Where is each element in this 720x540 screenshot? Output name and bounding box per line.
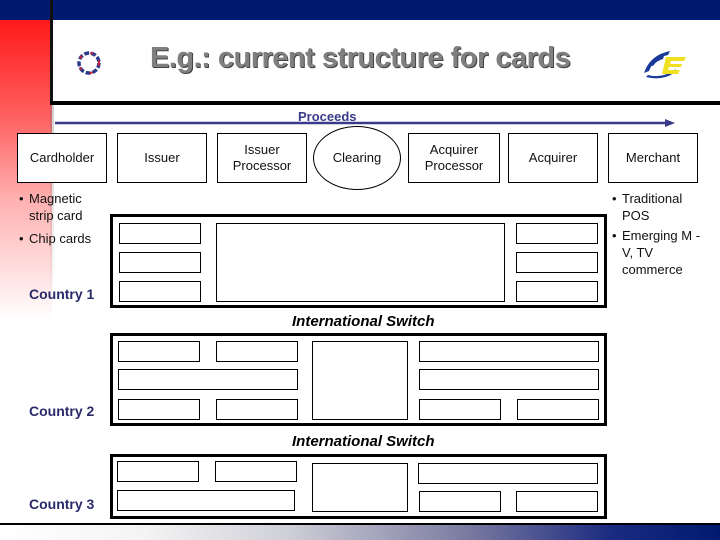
vertical-divider	[50, 0, 53, 104]
entity-acquirer: Acquirer	[508, 133, 598, 183]
note-item: Magnetic strip card	[19, 190, 99, 224]
component-box	[215, 461, 297, 482]
entity-issuer: Issuer	[117, 133, 207, 183]
header-bar	[0, 0, 720, 20]
component-box	[119, 252, 201, 273]
component-box	[117, 461, 199, 482]
entity-label: Cardholder	[29, 150, 95, 165]
component-box-wide	[419, 369, 599, 390]
component-box	[517, 399, 599, 420]
entity-issuer-processor: Issuer Processor	[217, 133, 307, 183]
country-3-label: Country 3	[29, 496, 95, 512]
entity-label: Issuer	[144, 150, 180, 165]
note-item: Traditional POS	[612, 190, 702, 224]
e-swoosh-logo-icon	[644, 51, 686, 79]
international-switch-label: International Switch	[292, 313, 435, 330]
entity-cardholder: Cardholder	[17, 133, 107, 183]
component-box-large	[312, 341, 408, 420]
component-box	[516, 252, 598, 273]
footer-gradient-bar	[0, 525, 720, 540]
component-box	[119, 281, 201, 302]
merchant-notes: Traditional POS Emerging M -V, TV commer…	[612, 190, 702, 278]
entity-acquirer-processor: Acquirer Processor	[408, 133, 500, 183]
country-2-frame	[110, 333, 607, 426]
entity-label: Acquirer Processor	[424, 142, 484, 173]
component-box	[118, 341, 200, 362]
component-box-large	[312, 463, 408, 512]
component-box	[216, 341, 298, 362]
component-box	[216, 399, 298, 420]
ring-knot-logo-icon	[77, 51, 101, 75]
component-box	[419, 399, 501, 420]
entity-merchant: Merchant	[608, 133, 698, 183]
component-box-wide	[117, 490, 295, 511]
title-underline	[50, 101, 720, 105]
component-box-large	[216, 223, 505, 302]
country-1-frame	[110, 214, 607, 308]
component-box	[119, 223, 201, 244]
component-box-wide	[419, 341, 599, 362]
note-item: Chip cards	[19, 230, 99, 247]
slide-title: E.g.: current structure for cards	[150, 42, 571, 74]
component-box	[118, 399, 200, 420]
component-box	[516, 491, 598, 512]
entity-label: Issuer Processor	[232, 142, 292, 173]
entity-label: Acquirer	[528, 150, 578, 165]
component-box	[419, 491, 501, 512]
international-switch-label: International Switch	[292, 433, 435, 450]
entity-label: Clearing	[332, 150, 382, 165]
country-2-label: Country 2	[29, 403, 95, 419]
component-box	[516, 223, 598, 244]
cardholder-notes: Magnetic strip card Chip cards	[19, 190, 99, 247]
note-item: Emerging M -V, TV commerce	[612, 227, 702, 278]
component-box-wide	[418, 463, 598, 484]
component-box-wide	[118, 369, 298, 390]
component-box	[516, 281, 598, 302]
country-1-label: Country 1	[29, 286, 95, 302]
entity-label: Merchant	[625, 150, 681, 165]
entity-clearing: Clearing	[313, 126, 401, 190]
country-3-frame	[110, 454, 607, 519]
